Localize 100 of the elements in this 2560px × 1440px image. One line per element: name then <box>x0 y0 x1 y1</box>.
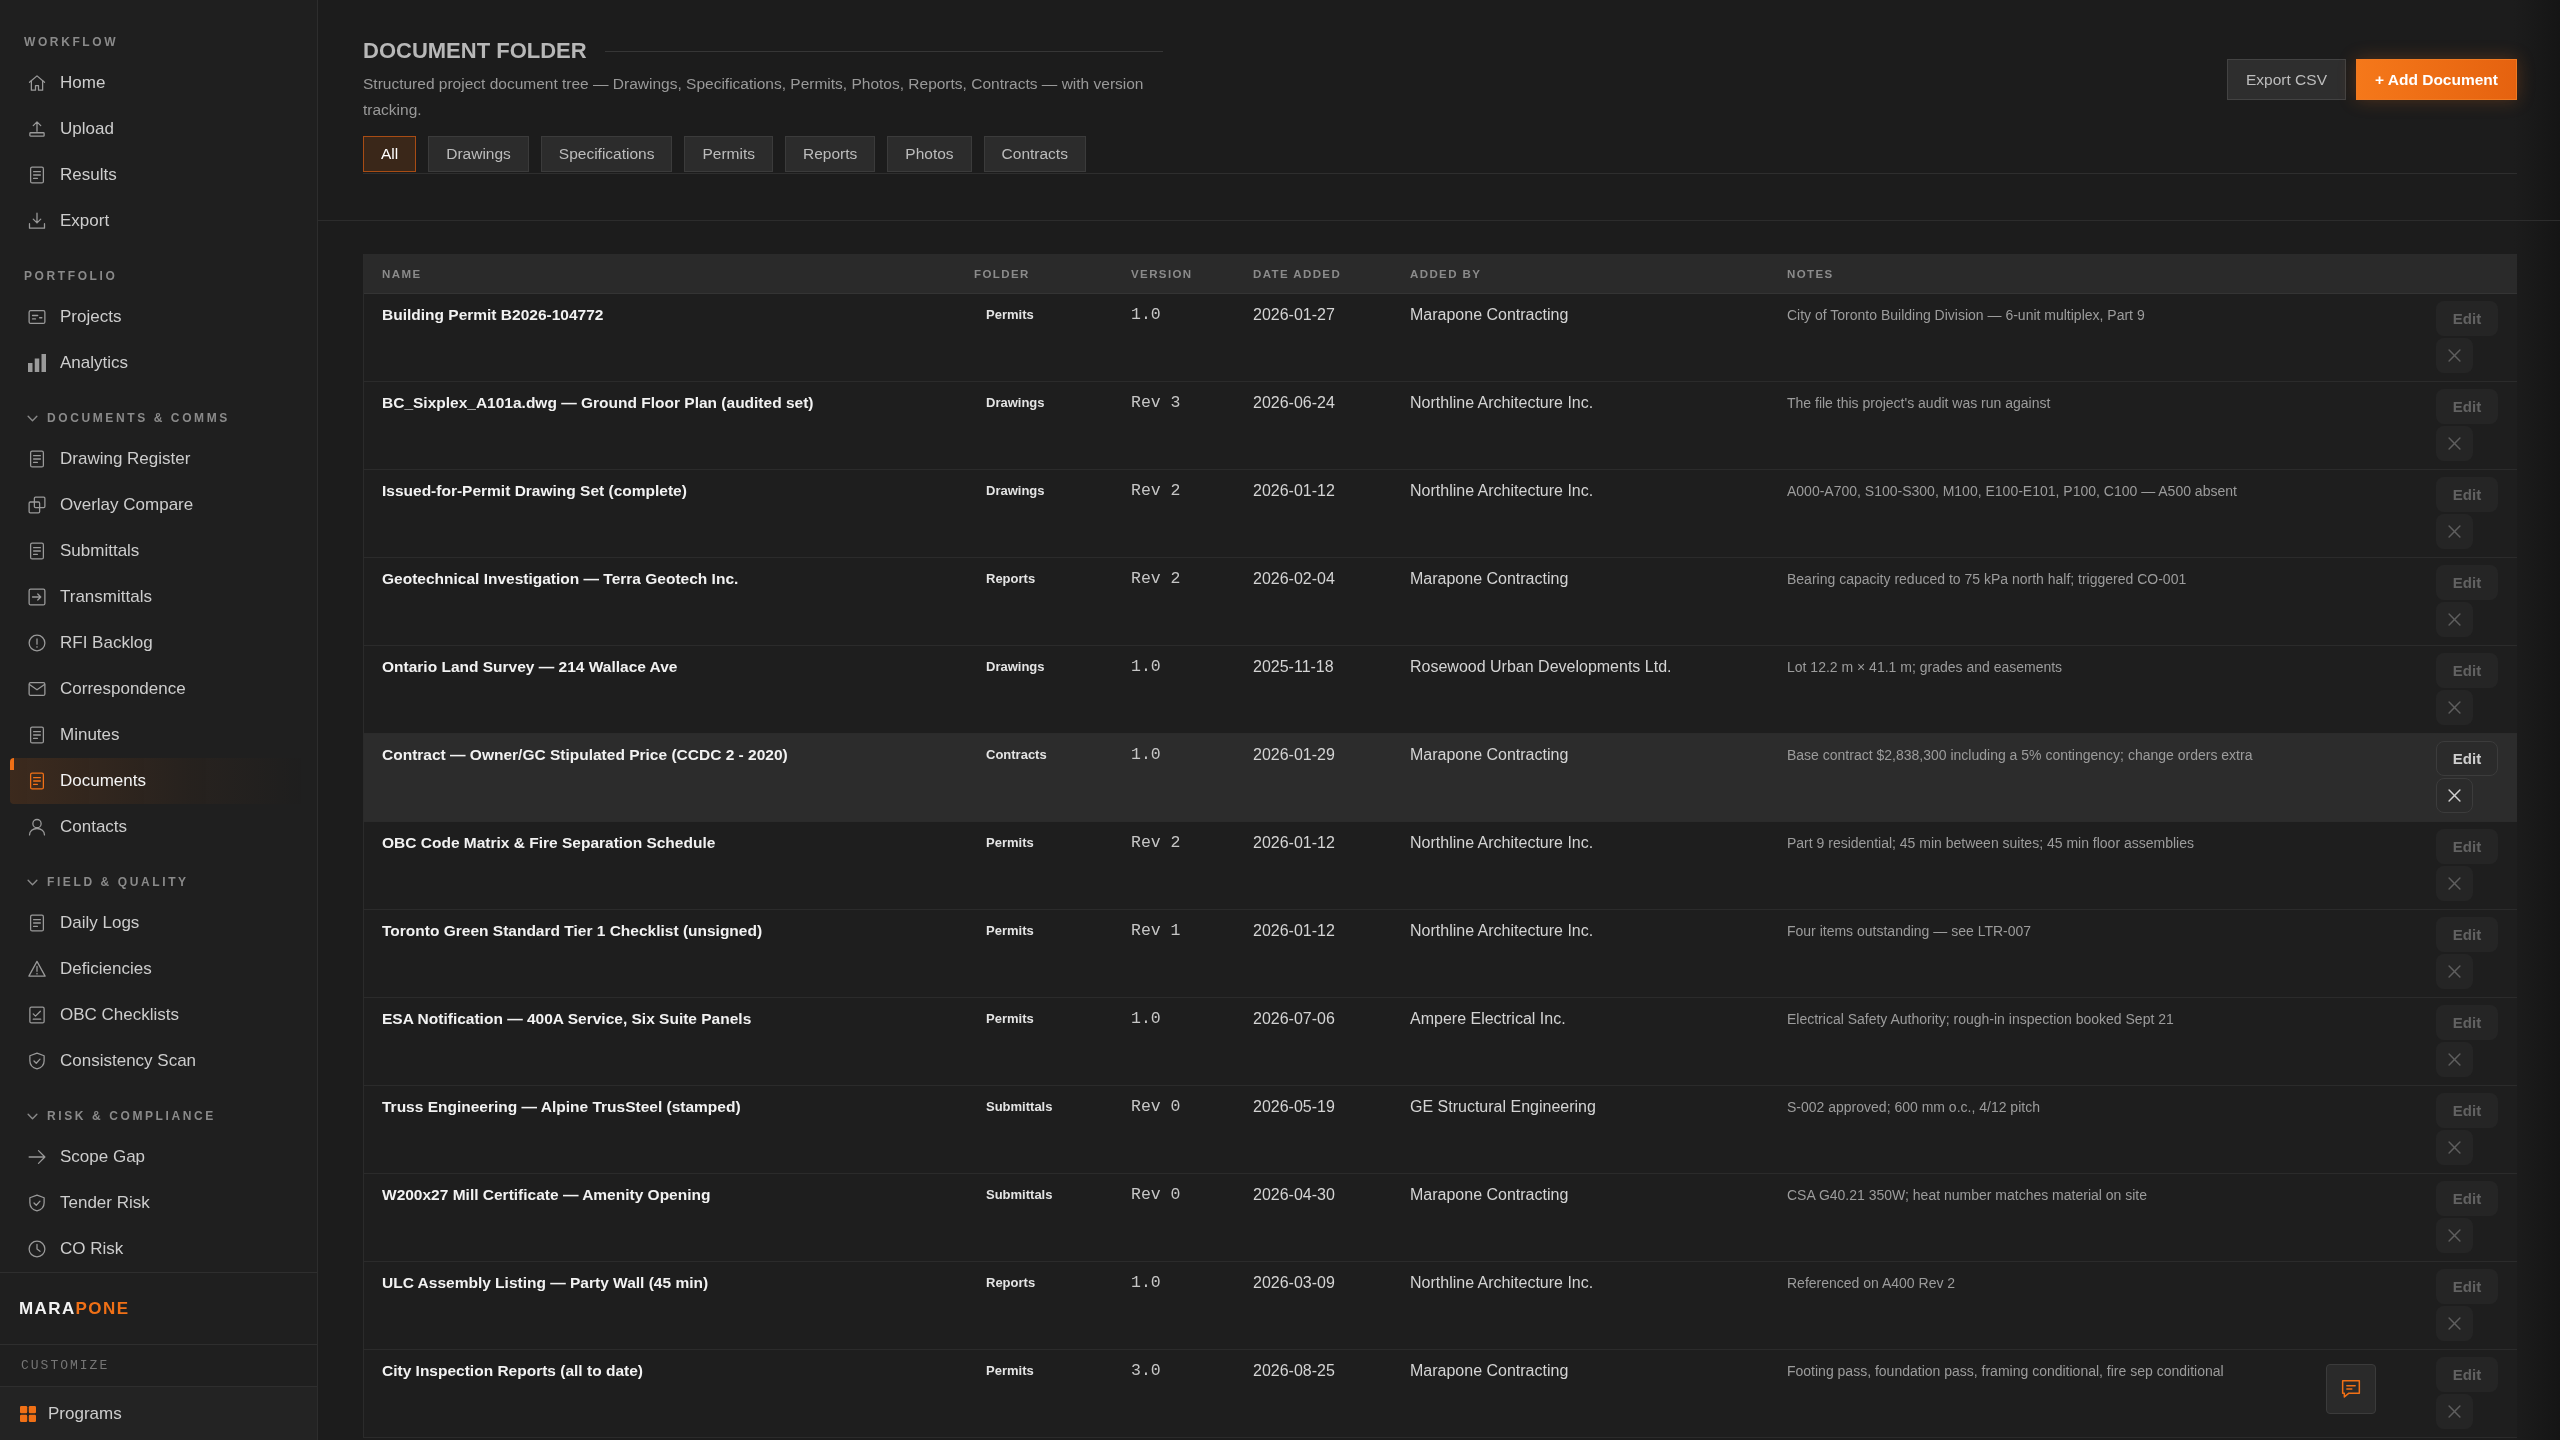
nav-item[interactable]: Minutes <box>10 712 307 758</box>
date-added: 2026-05-19 <box>1253 1097 1335 1117</box>
delete-button[interactable] <box>2436 1042 2473 1077</box>
nav-item[interactable]: RFI Backlog <box>10 620 307 666</box>
nav-item[interactable]: Upload <box>10 106 307 152</box>
notes-text: City of Toronto Building Division — 6-unit multiplex, Part 9 <box>1787 306 2145 325</box>
nav-item[interactable]: Correspondence <box>10 666 307 712</box>
filter-tab[interactable]: Reports <box>785 136 876 172</box>
delete-button[interactable] <box>2436 1130 2473 1165</box>
delete-button[interactable] <box>2436 778 2473 813</box>
document-name: BC_Sixplex_A101a.dwg — Ground Floor Plan (audited set) <box>382 393 814 413</box>
edit-button[interactable]: Edit <box>2436 741 2498 776</box>
date-added: 2026-02-04 <box>1253 569 1335 589</box>
date-added: 2026-06-24 <box>1253 393 1335 413</box>
table-row[interactable]: W200x27 Mill Certificate — Amenity Opening Submittals Rev 0 2026-04-30 Marapone Contracting CSA G40.21 350W; heat number matches material on site Edit <box>364 1174 2517 1262</box>
delete-button[interactable] <box>2436 954 2473 989</box>
column-header: ADDED BY <box>1409 267 1482 280</box>
filter-tab[interactable]: All <box>363 136 417 172</box>
version-number: Rev 2 <box>1131 569 1181 589</box>
delete-button[interactable] <box>2436 690 2473 725</box>
filter-tab[interactable]: Permits <box>684 136 774 172</box>
folder-label: Drawings <box>986 658 1045 676</box>
date-added: 2026-01-12 <box>1253 921 1335 941</box>
section-toggle[interactable]: RISK & COMPLIANCE <box>0 1106 222 1126</box>
table-row[interactable]: Issued-for-Permit Drawing Set (complete) Drawings Rev 2 2026-01-12 Northline Architecture Inc. A000-A700, S100-S300, M100, E100-E101, P100, C100 — A500 absent Edit <box>364 470 2517 558</box>
arrow-right-icon <box>28 1148 46 1166</box>
delete-button[interactable] <box>2436 866 2473 901</box>
folder-label: Permits <box>986 834 1034 852</box>
table-row[interactable]: ESA Notification — 400A Service, Six Suite Panels Permits 1.0 2026-07-06 Ampere Electrical Inc. Electrical Safety Authority; rough-in inspection booked Sept 21 Edit <box>364 998 2517 1086</box>
nav-item[interactable]: Daily Logs <box>10 900 307 946</box>
nav-item[interactable]: Drawing Register <box>10 436 307 482</box>
chat-button[interactable] <box>2326 1364 2376 1414</box>
delete-button[interactable] <box>2436 1394 2473 1429</box>
nav-item[interactable]: Scope Gap <box>10 1134 307 1180</box>
nav-item[interactable]: Submittals <box>10 528 307 574</box>
nav-item[interactable]: OBC Checklists <box>10 992 307 1038</box>
document-name: Toronto Green Standard Tier 1 Checklist (unsigned) <box>382 921 763 941</box>
added-by: Ampere Electrical Inc. <box>1410 1009 1566 1029</box>
delete-button[interactable] <box>2436 1306 2473 1341</box>
close-icon <box>2448 437 2461 450</box>
document-icon <box>28 726 46 744</box>
table-row[interactable]: Truss Engineering — Alpine TrusSteel (stamped) Submittals Rev 0 2026-05-19 GE Structural Engineering S-002 approved; 600 mm o.c., 4/12 pitch Edit <box>364 1086 2517 1174</box>
section-toggle[interactable]: DOCUMENTS & COMMS <box>0 408 236 428</box>
table-row[interactable]: OBC Code Matrix & Fire Separation Schedule Permits Rev 2 2026-01-12 Northline Architecture Inc. Part 9 residential; 45 min between suites; 45 min floor assemblies Edit <box>364 822 2517 910</box>
filter-tab[interactable]: Drawings <box>428 136 529 172</box>
delete-button[interactable] <box>2436 1218 2473 1253</box>
delete-button[interactable] <box>2436 602 2473 637</box>
nav-item[interactable]: Results <box>10 152 307 198</box>
folder-label: Drawings <box>986 394 1045 412</box>
table-row[interactable]: BC_Sixplex_A101a.dwg — Ground Floor Plan (audited set) Drawings Rev 3 2026-06-24 Northline Architecture Inc. The file this project's audit was run against Edit <box>364 382 2517 470</box>
delete-button[interactable] <box>2436 514 2473 549</box>
nav-item[interactable]: Home <box>10 60 307 106</box>
close-icon <box>2448 613 2461 626</box>
document-icon <box>28 542 46 560</box>
date-added: 2026-03-09 <box>1253 1273 1335 1293</box>
shield-check-icon <box>28 1194 46 1212</box>
added-by: Rosewood Urban Developments Ltd. <box>1410 657 1672 677</box>
nav-item[interactable]: Projects <box>10 294 307 340</box>
notes-text: Referenced on A400 Rev 2 <box>1787 1274 1956 1293</box>
document-name: Issued-for-Permit Drawing Set (complete) <box>382 481 687 501</box>
table-row[interactable]: Geotechnical Investigation — Terra Geotech Inc. Reports Rev 2 2026-02-04 Marapone Contracting Bearing capacity reduced to 75 kPa north half; triggered CO-001 Edit <box>364 558 2517 646</box>
person-icon <box>28 818 46 836</box>
section-toggle[interactable]: FIELD & QUALITY <box>0 872 195 892</box>
filter-tab[interactable]: Specifications <box>540 136 673 172</box>
delete-button[interactable] <box>2436 426 2473 461</box>
section-label: WORKFLOW <box>23 34 120 51</box>
column-header: VERSION <box>1130 267 1193 280</box>
nav-item[interactable]: Overlay Compare <box>10 482 307 528</box>
added-by: Marapone Contracting <box>1410 305 1569 325</box>
nav-item[interactable]: Contacts <box>10 804 307 850</box>
document-name: W200x27 Mill Certificate — Amenity Opening <box>382 1185 711 1205</box>
document-name: Building Permit B2026-104772 <box>382 305 604 325</box>
nav-item[interactable]: Tender Risk <box>10 1180 307 1226</box>
nav-item[interactable]: Analytics <box>10 340 307 386</box>
nav-item[interactable]: Export <box>10 198 307 244</box>
export-button[interactable]: Export CSV <box>2227 59 2346 100</box>
document-name: City Inspection Reports (all to date) <box>382 1361 643 1381</box>
notes-text: CSA G40.21 350W; heat number matches material on site <box>1787 1186 2148 1205</box>
document-name: Geotechnical Investigation — Terra Geotech Inc. <box>382 569 739 589</box>
home-icon <box>28 74 46 92</box>
column-header: FOLDER <box>973 267 1030 280</box>
column-header: NOTES <box>1786 267 1834 280</box>
filter-tab[interactable]: Photos <box>887 136 972 172</box>
document-icon <box>28 914 46 932</box>
nav-item[interactable]: CO Risk <box>10 1226 307 1272</box>
table-row[interactable]: ULC Assembly Listing — Party Wall (45 min) Reports 1.0 2026-03-09 Northline Architecture Inc. Referenced on A400 Rev 2 Edit <box>364 1262 2517 1350</box>
table-row[interactable]: Toronto Green Standard Tier 1 Checklist (unsigned) Permits Rev 1 2026-01-12 Northline Architecture Inc. Four items outstanding — see LTR-007 Edit <box>364 910 2517 998</box>
added-by: Marapone Contracting <box>1410 745 1569 765</box>
version-number: 1.0 <box>1131 1273 1161 1293</box>
added-by: Northline Architecture Inc. <box>1410 833 1594 853</box>
table-row[interactable]: Building Permit B2026-104772 Permits 1.0 2026-01-27 Marapone Contracting City of Toronto Building Division — 6-unit multiplex, Part 9 Edit <box>364 294 2517 382</box>
delete-button[interactable] <box>2436 338 2473 373</box>
table-row[interactable]: Contract — Owner/GC Stipulated Price (CCDC 2 - 2020) Contracts 1.0 2026-01-29 Marapone Contracting Base contract $2,838,300 including a 5% contingency; change orders extra Edit <box>364 734 2517 822</box>
version-number: 1.0 <box>1131 745 1161 765</box>
filter-tab[interactable]: Contracts <box>983 136 1086 172</box>
nav-item[interactable]: Deficiencies <box>10 946 307 992</box>
close-icon <box>2448 1141 2461 1154</box>
document-name: Truss Engineering — Alpine TrusSteel (stamped) <box>382 1097 741 1117</box>
nav-item[interactable]: Consistency Scan <box>10 1038 307 1084</box>
nav-item[interactable]: Transmittals <box>10 574 307 620</box>
